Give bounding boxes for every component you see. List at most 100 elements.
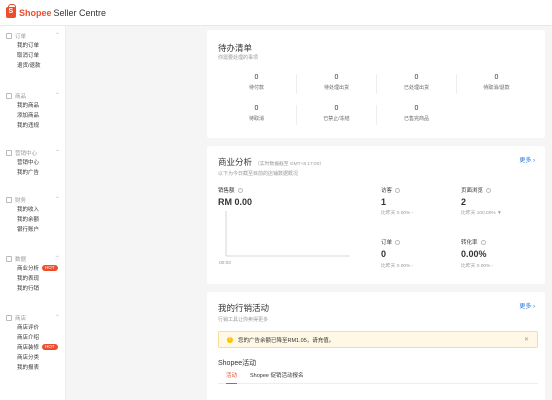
todo-label: 待取消: [248, 116, 264, 122]
todo-count: 0: [334, 74, 339, 81]
sidebar-section-header[interactable]: 商品 ⌃: [0, 91, 66, 100]
campaigns-title: 我的行销活动: [218, 303, 270, 313]
sidebar-item-shop-categories[interactable]: 商店分类: [0, 352, 66, 362]
menu-label: 商业分析: [17, 266, 40, 272]
hot-badge: HOT: [42, 344, 58, 350]
sidebar-section-products: 商品 ⌃ 我的商品 添加商品 我的违规: [0, 91, 66, 130]
banner-message: 您的广告余额已降至RM1.05，请充值。: [238, 337, 335, 344]
campaigns-subtitle: 行销工具让你卖得更多: [218, 317, 269, 323]
sidebar-section-data: 数据 ⌃ 商业分析 HOT 我的表现 我的行销: [0, 254, 66, 293]
sidebar: 订单 ⌃ 我的订单 取消订单 退货/退款 商品 ⌃ 我的商品 添加商品 我的违规 营…: [0, 26, 66, 400]
sidebar-item-shop-rating[interactable]: 商店评价: [0, 322, 66, 332]
sidebar-item-my-balance[interactable]: 我的余额: [0, 214, 66, 224]
todo-item[interactable]: 0 待取消: [217, 105, 296, 122]
todo-item[interactable]: 0 待处理出货: [297, 74, 376, 91]
chevron-up-icon[interactable]: ⌃: [55, 92, 60, 99]
sidebar-section-marketing: 营销中心 ⌃ 营销中心 我的广告: [0, 148, 66, 177]
metric-value: 2: [461, 197, 467, 207]
info-icon[interactable]: [486, 188, 492, 194]
info-icon[interactable]: [395, 240, 401, 246]
sidebar-item-business-insights[interactable]: 商业分析 HOT: [0, 263, 66, 273]
metric-label-text: 页面浏览: [461, 188, 484, 194]
sidebar-item-my-orders[interactable]: 我的订单: [0, 40, 66, 50]
sidebar-item-my-ads[interactable]: 我的广告: [0, 167, 66, 177]
sales-chart: [225, 211, 350, 257]
chart-x-tick: 00:00: [219, 261, 232, 266]
close-icon[interactable]: ✕: [524, 336, 529, 343]
chevron-up-icon[interactable]: ⌃: [55, 32, 60, 39]
section-title: 商店: [15, 315, 27, 322]
metric-value: 0: [381, 249, 387, 259]
sidebar-section-header[interactable]: 订单 ⌃: [0, 31, 66, 40]
campaign-tabs: 活动 Shopee 促销活动报名: [218, 370, 538, 384]
info-icon[interactable]: [395, 188, 401, 194]
todo-count: 0: [254, 105, 259, 112]
todo-label: 已售完商品: [403, 116, 429, 122]
metric-label: 转化率: [461, 238, 486, 246]
tab-promotion-registration[interactable]: Shopee 促销活动报名: [250, 370, 304, 384]
todo-count: 0: [494, 74, 499, 81]
sidebar-item-cancelled-orders[interactable]: 取消订单: [0, 50, 66, 60]
todo-item[interactable]: 0 已禁止/冻结: [297, 105, 376, 122]
sidebar-section-header[interactable]: 商店 ⌃: [0, 313, 66, 322]
campaigns-more-link[interactable]: 更多 ›: [519, 301, 535, 310]
metric-label: 访客: [381, 186, 401, 194]
sidebar-item-add-product[interactable]: 添加商品: [0, 110, 66, 120]
todo-item[interactable]: 0 待取消/退款: [457, 74, 536, 91]
todo-card: 待办清单 你需要处理的事项 0 待付款 0 待处理出货 0 已处理出货 0 待取消/退款…: [207, 30, 545, 138]
more-label: 更多: [519, 158, 532, 164]
metric-label-text: 访客: [381, 188, 393, 194]
sidebar-item-marketing-centre[interactable]: 营销中心: [0, 157, 66, 167]
sidebar-item-violations[interactable]: 我的违规: [0, 120, 66, 130]
campaigns-card: 我的行销活动 行销工具让你卖得更多 更多 › ! 您的广告余额已降至RM1.05…: [207, 292, 545, 400]
sidebar-item-bank-account[interactable]: 银行账户: [0, 224, 66, 234]
sidebar-section-orders: 订单 ⌃ 我的订单 取消订单 退货/退款: [0, 31, 66, 70]
metric-label-text: 订单: [381, 240, 393, 246]
sidebar-item-shop-profile[interactable]: 商店介绍: [0, 332, 66, 342]
metric-label-text: 转化率: [461, 240, 478, 246]
hot-badge: HOT: [42, 265, 58, 271]
shopee-logo-icon[interactable]: [6, 4, 16, 18]
metric-label: 页面浏览: [461, 186, 492, 194]
chevron-up-icon[interactable]: ⌃: [55, 255, 60, 262]
todo-item[interactable]: 0 已售完商品: [377, 105, 456, 122]
chevron-up-icon[interactable]: ⌃: [55, 149, 60, 156]
shop-icon: [6, 314, 12, 321]
todo-count: 0: [334, 105, 339, 112]
todo-label: 待付款: [248, 85, 264, 91]
section-title: 财务: [15, 197, 27, 204]
sidebar-item-my-income[interactable]: 我的收入: [0, 204, 66, 214]
sidebar-item-shop-decoration[interactable]: 商店装修 HOT: [0, 342, 66, 352]
todo-item[interactable]: 0 待付款: [217, 74, 296, 91]
todo-label: 已禁止/冻结: [323, 116, 350, 122]
sidebar-item-my-marketing[interactable]: 我的行销: [0, 283, 66, 293]
products-icon: [6, 92, 12, 99]
info-icon[interactable]: [480, 240, 486, 246]
sidebar-section-header[interactable]: 财务 ⌃: [0, 195, 66, 204]
chevron-right-icon: ›: [533, 158, 535, 164]
chevron-up-icon[interactable]: ⌃: [55, 196, 60, 203]
analytics-time-note: （实时数据截至 GMT+8 17:00）: [255, 162, 325, 167]
info-icon[interactable]: [237, 188, 243, 194]
tab-campaigns[interactable]: 活动: [226, 370, 238, 384]
sidebar-section-header[interactable]: 数据 ⌃: [0, 254, 66, 263]
sidebar-section-header[interactable]: 营销中心 ⌃: [0, 148, 66, 157]
sidebar-item-my-performance[interactable]: 我的表现: [0, 273, 66, 283]
finance-icon: [6, 196, 12, 203]
sales-label-text: 销售额: [218, 188, 235, 194]
analytics-more-link[interactable]: 更多 ›: [519, 155, 535, 164]
chevron-up-icon[interactable]: ⌃: [55, 314, 60, 321]
section-title: 营销中心: [15, 150, 38, 157]
sales-value: RM 0.00: [218, 197, 253, 207]
sidebar-item-my-products[interactable]: 我的商品: [0, 100, 66, 110]
todo-title: 待办清单: [218, 43, 253, 53]
brand-name[interactable]: Shopee: [19, 8, 52, 18]
section-title: 商品: [15, 93, 27, 100]
more-label: 更多: [519, 304, 532, 310]
sidebar-item-my-reports[interactable]: 我的报表: [0, 362, 66, 372]
section-title: 订单: [15, 33, 27, 40]
analytics-card: 商业分析 （实时数据截至 GMT+8 17:00） 以下为今日截至目前的店铺数据概…: [207, 146, 545, 284]
todo-item[interactable]: 0 已处理出货: [377, 74, 456, 91]
sidebar-item-returns[interactable]: 退货/退款: [0, 60, 66, 70]
sidebar-section-finance: 财务 ⌃ 我的收入 我的余额 银行账户: [0, 195, 66, 234]
